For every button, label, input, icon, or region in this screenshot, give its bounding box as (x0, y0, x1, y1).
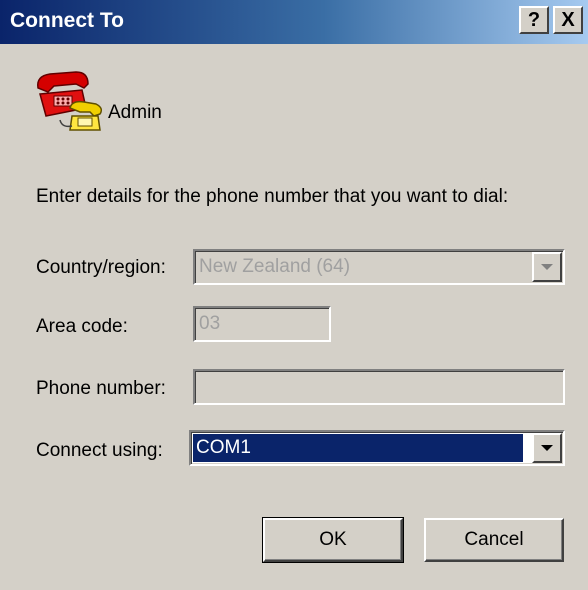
country-select[interactable]: New Zealand (64) (193, 249, 565, 285)
area-code-value: 03 (199, 313, 221, 334)
country-dropdown-arrow[interactable] (532, 252, 562, 282)
phone-number-label: Phone number: (36, 378, 166, 399)
area-code-label: Area code: (36, 316, 128, 337)
phone-icon (37, 71, 103, 131)
title-bar[interactable]: Connect To ? X (0, 0, 588, 44)
connect-using-dropdown-arrow[interactable] (532, 433, 562, 463)
chevron-down-icon (541, 445, 553, 451)
window-title: Connect To (10, 9, 124, 32)
country-label: Country/region: (36, 257, 166, 278)
close-button[interactable]: X (553, 6, 583, 34)
country-value: New Zealand (64) (199, 256, 351, 277)
connection-name: Admin (108, 102, 162, 123)
ok-button[interactable]: OK (262, 517, 404, 563)
connect-using-label: Connect using: (36, 440, 163, 461)
chevron-down-icon (541, 264, 553, 270)
prompt-text: Enter details for the phone number that … (36, 186, 509, 207)
connect-to-dialog: Connect To ? X Admin Enter details for t… (0, 0, 588, 590)
connect-using-value: COM1 (193, 434, 523, 462)
cancel-button[interactable]: Cancel (424, 518, 564, 562)
help-button[interactable]: ? (519, 6, 549, 34)
connect-using-select[interactable]: COM1 (189, 430, 565, 466)
phone-number-input[interactable] (193, 369, 565, 405)
area-code-input[interactable]: 03 (193, 306, 331, 342)
